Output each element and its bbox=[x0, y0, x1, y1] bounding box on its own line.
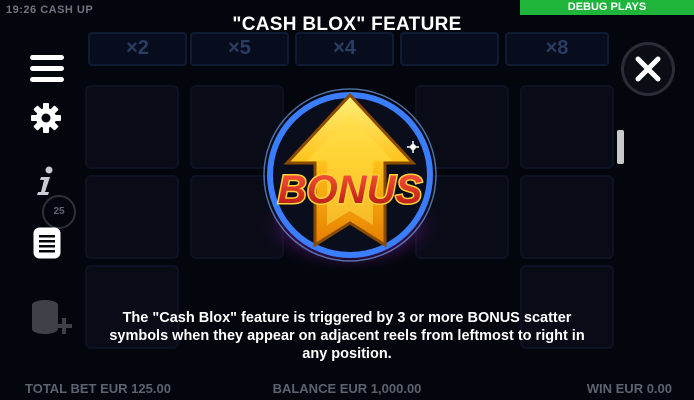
reel-tile bbox=[520, 85, 614, 169]
multiplier-tile: ×4 bbox=[295, 32, 394, 66]
bonus-scatter-symbol: BONUS bbox=[235, 75, 465, 285]
hamburger-menu-icon[interactable] bbox=[30, 54, 64, 89]
win-amount: WIN EUR 0.00 bbox=[586, 381, 672, 396]
debug-plays-button[interactable]: DEBUG PLAYS bbox=[520, 0, 694, 15]
multiplier-tile: ×5 bbox=[190, 32, 289, 66]
coin-stack-icon[interactable] bbox=[30, 298, 76, 343]
level-badge: 25 bbox=[42, 195, 76, 229]
feature-description: The "Cash Blox" feature is triggered by … bbox=[109, 310, 585, 362]
reel-tile bbox=[85, 85, 179, 169]
close-icon bbox=[635, 56, 661, 82]
reel-tile bbox=[85, 175, 179, 259]
multiplier-tile: ×8 bbox=[505, 32, 609, 66]
multiplier-tile bbox=[400, 32, 499, 66]
scrollbar-thumb[interactable] bbox=[617, 130, 624, 164]
gear-icon[interactable] bbox=[30, 102, 62, 139]
bonus-symbol-text: BONUS bbox=[278, 168, 423, 212]
reel-tile bbox=[520, 175, 614, 259]
close-button[interactable] bbox=[624, 45, 672, 93]
paytable-list-icon[interactable] bbox=[33, 227, 61, 264]
page-title: "CASH BLOX" FEATURE bbox=[232, 14, 462, 35]
multiplier-tile: ×2 bbox=[88, 32, 187, 66]
